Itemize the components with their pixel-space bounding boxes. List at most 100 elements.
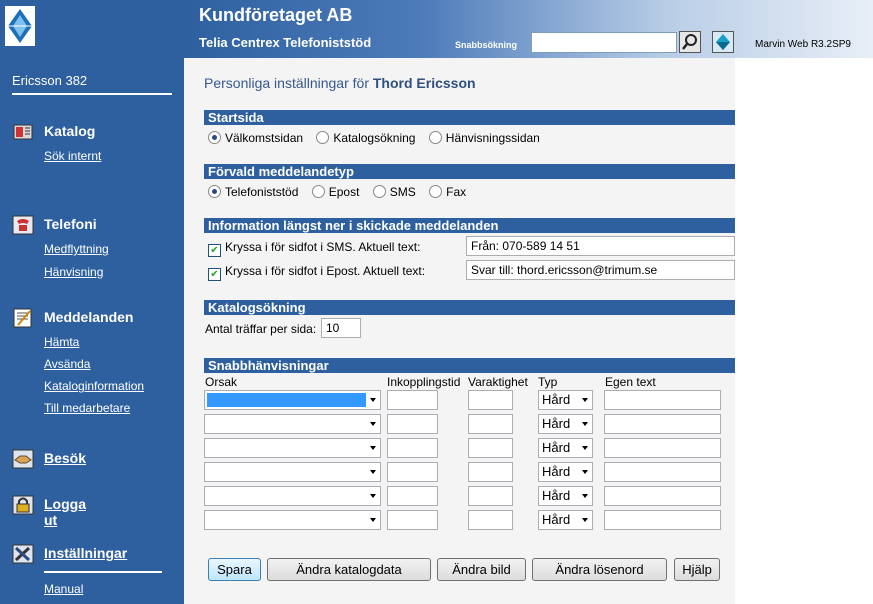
chevron-down-icon [370,422,376,426]
radio-epost[interactable]: Epost [311,185,359,199]
inkopplingstid-input[interactable] [387,390,438,410]
orsak-select[interactable] [204,486,381,506]
hits-per-page-input[interactable]: 10 [321,318,361,338]
nav-link-hamta[interactable]: Hämta [44,335,79,349]
nav-telefoni[interactable]: Telefoni [44,216,97,232]
epost-footer-input[interactable]: Svar till: thord.ericsson@trimum.se [466,260,735,280]
egen-text-input[interactable] [604,438,721,458]
nav-katalog[interactable]: Katalog [44,123,95,139]
nav-link-hanvisning[interactable]: Hänvisning [44,265,103,279]
radio[interactable] [311,185,325,198]
col-inkopplingstid: Inkopplingstid [387,375,461,389]
typ-value: Hård [542,464,571,479]
egen-text-input[interactable] [604,414,721,434]
nav-link-kataloginformation[interactable]: Kataloginformation [44,379,144,393]
nav-link-sok-internt[interactable]: Sök internt [44,149,101,163]
radio-label: Välkomstsidan [225,131,304,145]
diamond-button[interactable] [712,31,734,53]
sms-footer-input[interactable]: Från: 070-589 14 51 [466,236,735,256]
chevron-down-icon [582,494,588,498]
divider [44,571,162,573]
app-subtitle: Telia Centrex Telefoniststöd [199,35,372,50]
typ-select[interactable]: Hård [538,414,593,434]
chevron-down-icon [370,398,376,402]
orsak-select[interactable] [204,390,381,410]
typ-select[interactable]: Hård [538,438,593,458]
header: Kundföretaget AB Telia Centrex Telefonis… [184,0,873,58]
nav-installningar[interactable]: Inställningar [44,545,127,561]
company-logo [5,6,35,46]
orsak-select[interactable] [204,438,381,458]
varaktighet-input[interactable] [468,414,513,434]
inkopplingstid-input[interactable] [387,510,438,530]
radio-telefoniststod[interactable]: Telefoniststöd [208,185,298,199]
typ-select[interactable]: Hård [538,510,593,530]
chevron-down-icon [582,446,588,450]
chevron-down-icon [582,518,588,522]
inkopplingstid-input[interactable] [387,462,438,482]
quicksearch-label: Snabbsökning [455,40,518,50]
egen-text-input[interactable] [604,486,721,506]
col-typ: Typ [538,375,558,389]
help-button[interactable]: Hjälp [674,558,720,581]
save-button[interactable]: Spara [208,558,261,581]
section-startsida: Startsida [204,110,735,125]
typ-select[interactable]: Hård [538,462,593,482]
tools-icon [12,544,34,564]
sms-footer-checkbox[interactable]: ✔ [208,244,221,257]
radio-fax[interactable]: Fax [429,185,466,199]
nav-meddelanden[interactable]: Meddelanden [44,309,133,325]
orsak-select[interactable] [204,462,381,482]
radio-selected[interactable] [208,185,221,198]
radio-label: Fax [446,185,467,199]
page-title-prefix: Personliga inställningar för [204,75,369,91]
search-button[interactable] [679,31,701,53]
nav-link-medflyttning[interactable]: Medflyttning [44,242,109,256]
radio-sms[interactable]: SMS [372,185,416,199]
epost-footer-row: ✔ Kryssa i för sidfot i Epost. Aktuell te… [208,264,425,281]
col-orsak: Orsak [205,375,238,389]
nav-logga-ut[interactable]: Logga ut [44,496,86,528]
radio-valkomstsidan[interactable]: Välkomstsidan [208,131,303,145]
section-snabbhanvisningar: Snabbhänvisningar [204,358,735,373]
chevron-down-icon [370,446,376,450]
nav-link-manual[interactable]: Manual [44,582,83,596]
egen-text-input[interactable] [604,510,721,530]
nav-link-till-medarbetare[interactable]: Till medarbetare [44,401,130,415]
radio[interactable] [429,185,443,198]
chevron-down-icon [582,422,588,426]
inkopplingstid-input[interactable] [387,486,438,506]
egen-text-input[interactable] [604,390,721,410]
typ-value: Hård [542,416,571,431]
egen-text-input[interactable] [604,462,721,482]
typ-select[interactable]: Hård [538,486,593,506]
edit-catalog-button[interactable]: Ändra katalogdata [267,558,431,581]
radio[interactable] [428,131,442,144]
radio-selected[interactable] [208,131,221,144]
inkopplingstid-input[interactable] [387,438,438,458]
quicksearch-input[interactable] [531,32,677,53]
typ-select[interactable]: Hård [538,390,593,410]
inkopplingstid-input[interactable] [387,414,438,434]
nav-besok[interactable]: Besök [44,450,86,466]
nav-link-avsanda[interactable]: Avsända [44,357,90,371]
orsak-select[interactable] [204,510,381,530]
edit-image-button[interactable]: Ändra bild [437,558,526,581]
varaktighet-input[interactable] [468,510,513,530]
radio-katalogsokning[interactable]: Katalogsökning [316,131,415,145]
orsak-select[interactable] [204,414,381,434]
radio-label: Hänvisningssidan [445,131,540,145]
epost-footer-checkbox[interactable]: ✔ [208,268,221,281]
varaktighet-input[interactable] [468,486,513,506]
selection-highlight [207,393,366,407]
varaktighet-input[interactable] [468,390,513,410]
varaktighet-input[interactable] [468,438,513,458]
varaktighet-input[interactable] [468,462,513,482]
typ-value: Hård [542,440,571,455]
radio-hanvisningssidan[interactable]: Hänvisningssidan [428,131,540,145]
radio[interactable] [316,131,330,144]
sidebar: Ericsson 382 Katalog Sök internt Telefon… [0,0,184,604]
radio[interactable] [372,185,386,198]
edit-password-button[interactable]: Ändra lösenord [532,558,667,581]
epost-footer-label: Kryssa i för sidfot i Epost. Aktuell tex… [225,264,426,278]
